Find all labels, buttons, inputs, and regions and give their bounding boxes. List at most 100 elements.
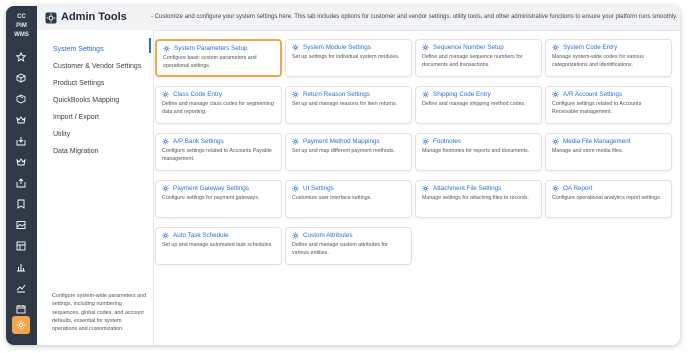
settings-gear-icon[interactable] (12, 316, 30, 334)
settings-card[interactable]: System Code Entry Manage system-wide code… (545, 39, 672, 77)
settings-card-title: Attachment File Settings (422, 185, 536, 192)
settings-card[interactable]: Shipping Code Entry Define and manage shi… (415, 86, 542, 124)
settings-card-description: Manage settings for attaching files to r… (422, 195, 529, 201)
section-help-text: Configure system-wide parameters and set… (52, 293, 147, 333)
settings-card-description: Define and manage class codes for segmen… (162, 101, 274, 115)
settings-card-description: Configure settings for payment gateways. (162, 195, 260, 201)
settings-card-title: Media File Management (552, 138, 666, 145)
gear-icon (292, 138, 299, 145)
settings-card[interactable]: Auto Task Schedule Set up and manage auto… (155, 227, 282, 265)
settings-card[interactable]: Media File Management Manage and store me… (545, 133, 672, 171)
settings-card[interactable]: Payment Method Mappings Set up and map di… (285, 133, 412, 171)
page-header: Admin Tools - Customize and configure yo… (37, 6, 680, 31)
settings-card[interactable]: Class Code Entry Define and manage class … (155, 86, 282, 124)
settings-card-title-text: Return Reason Settings (303, 91, 370, 98)
settings-card[interactable]: A/R Account Settings Configure settings r… (545, 86, 672, 124)
settings-card-title: Sequence Number Setup (422, 44, 536, 51)
settings-nav: System Settings Customer & Vendor Settin… (37, 30, 154, 345)
crown-icon[interactable] (13, 154, 29, 170)
nav-active-indicator (149, 38, 151, 53)
settings-card-description: Configure settings related to Accounts P… (162, 148, 272, 162)
gear-icon (292, 185, 299, 192)
gear-icon (162, 232, 169, 239)
settings-card-title-text: Media File Management (563, 138, 631, 145)
settings-card-title: Payment Method Mappings (292, 138, 406, 145)
gear-icon (552, 91, 559, 98)
settings-card[interactable]: Sequence Number Setup Define and manage s… (415, 39, 542, 77)
gear-icon (162, 138, 169, 145)
gear-icon (292, 91, 299, 98)
left-icon-rail: CC PIM WMS (6, 6, 37, 345)
settings-card[interactable]: OA Report Configure operational analytics… (545, 180, 672, 218)
settings-card-description: Set up and map different payment methods… (292, 148, 395, 154)
download-box-icon[interactable] (13, 133, 29, 149)
nav-quickbooks-mapping[interactable]: QuickBooks Mapping (53, 97, 119, 104)
settings-card-description: Set up and manage reasons for item retur… (292, 101, 398, 107)
settings-card-title-text: Payment Gateway Settings (173, 185, 249, 192)
settings-card-title: System Module Settings (292, 44, 406, 51)
settings-card-title-text: UI Settings (303, 185, 334, 192)
line-chart-icon[interactable] (13, 280, 29, 296)
settings-card-title: System Code Entry (552, 44, 666, 51)
settings-card[interactable]: System Parameters Setup Configure basic s… (155, 39, 282, 77)
gear-icon (422, 91, 429, 98)
settings-card-title: OA Report (552, 185, 666, 192)
settings-card-description: Manage and store media files. (552, 148, 623, 154)
settings-card-title-text: Attachment File Settings (433, 185, 502, 192)
settings-card-title-text: A/P Bank Settings (173, 138, 224, 145)
settings-card-title-text: System Code Entry (563, 44, 618, 51)
page-description: - Customize and configure your system se… (151, 14, 678, 20)
settings-card-title: Return Reason Settings (292, 91, 406, 98)
settings-card[interactable]: UI Settings Customize user interface sett… (285, 180, 412, 218)
cube-icon[interactable] (13, 70, 29, 86)
bar-chart-icon[interactable] (13, 259, 29, 275)
settings-card[interactable]: Footnotes Manage footnotes for reports an… (415, 133, 542, 171)
crown-icon[interactable] (13, 112, 29, 128)
settings-card[interactable]: Attachment File Settings Manage settings … (415, 180, 542, 218)
settings-card-description: Configure operational analytics report s… (552, 195, 662, 201)
image-icon[interactable] (13, 217, 29, 233)
gear-icon (422, 138, 429, 145)
box-icon[interactable] (13, 91, 29, 107)
nav-import-export[interactable]: Import / Export (53, 114, 99, 121)
gear-icon (163, 45, 170, 52)
settings-card-title: Custom Attributes (292, 232, 406, 239)
upload-box-icon[interactable] (13, 175, 29, 191)
nav-utility[interactable]: Utility (53, 131, 70, 138)
calendar-icon[interactable] (13, 301, 29, 317)
settings-card-title-text: A/R Account Settings (563, 91, 623, 98)
settings-card-title: Auto Task Schedule (162, 232, 276, 239)
nav-data-migration[interactable]: Data Migration (53, 148, 99, 155)
settings-card-description: Define and manage shipping method codes. (422, 101, 526, 107)
settings-card-title: Footnotes (422, 138, 536, 145)
settings-card-description: Define and manage sequence numbers for d… (422, 54, 523, 68)
gear-icon (552, 138, 559, 145)
brand-pim: PIM (16, 23, 27, 29)
settings-card[interactable]: A/P Bank Settings Configure settings rela… (155, 133, 282, 171)
settings-card[interactable]: Return Reason Settings Set up and manage … (285, 86, 412, 124)
brand-wms: WMS (14, 32, 29, 38)
nav-system-settings[interactable]: System Settings (53, 46, 104, 53)
settings-card-title-text: Custom Attributes (303, 232, 353, 239)
settings-card[interactable]: Custom Attributes Define and manage custo… (285, 227, 412, 265)
settings-card-title: System Parameters Setup (163, 45, 275, 52)
settings-card-description: Customize user interface settings. (292, 195, 372, 201)
settings-card[interactable]: System Module Settings Set up settings fo… (285, 39, 412, 77)
gear-icon (162, 91, 169, 98)
settings-card-description: Configure settings related to Accounts R… (552, 101, 642, 115)
settings-card-description: Manage system-wide codes for various cat… (552, 54, 644, 68)
settings-card-title: A/P Bank Settings (162, 138, 276, 145)
gear-icon (292, 44, 299, 51)
nav-product-settings[interactable]: Product Settings (53, 80, 104, 87)
settings-card-title-text: Sequence Number Setup (433, 44, 504, 51)
settings-card-title: UI Settings (292, 185, 406, 192)
settings-card-title-text: System Parameters Setup (174, 45, 248, 52)
star-icon[interactable] (13, 49, 29, 65)
table-icon[interactable] (13, 238, 29, 254)
settings-card-description: Define and manage custom attributes for … (292, 242, 388, 256)
settings-card[interactable]: Payment Gateway Settings Configure settin… (155, 180, 282, 218)
tag-icon[interactable] (13, 196, 29, 212)
settings-card-title-text: Payment Method Mappings (303, 138, 380, 145)
settings-card-title-text: Footnotes (433, 138, 462, 145)
nav-customer-vendor-settings[interactable]: Customer & Vendor Settings (53, 63, 141, 70)
